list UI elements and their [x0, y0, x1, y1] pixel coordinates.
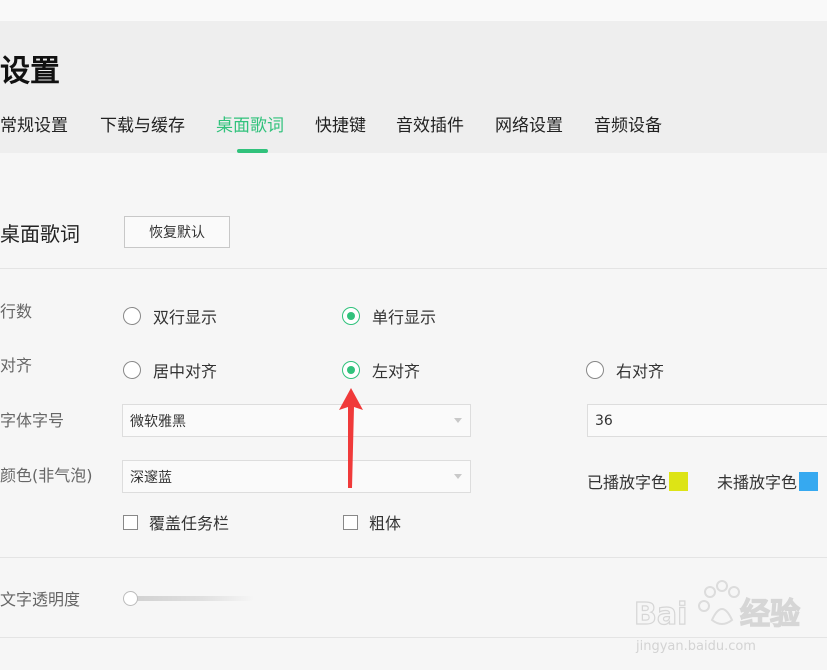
- align-label: 对齐: [0, 356, 33, 375]
- font-size-input[interactable]: 36: [587, 404, 827, 437]
- font-size-value: 36: [595, 412, 613, 429]
- color-scheme-select[interactable]: 深邃蓝: [122, 460, 471, 493]
- radio-double-line-label: 双行显示: [153, 308, 218, 327]
- svg-text:经验: 经验: [740, 597, 800, 632]
- lines-label: 行数: [0, 302, 33, 321]
- radio-single-line-label: 单行显示: [372, 308, 437, 327]
- section-title: 桌面歌词: [0, 222, 80, 246]
- tab-general[interactable]: 常规设置: [0, 112, 68, 140]
- tab-shortcuts[interactable]: 快捷键: [315, 112, 366, 140]
- font-family-value: 微软雅黑: [130, 413, 186, 430]
- baidu-jingyan-watermark: Bai 经验 jingyan.baidu.com: [634, 580, 801, 654]
- radio-single-line[interactable]: 单行显示: [342, 304, 436, 328]
- radio-align-left[interactable]: 左对齐: [342, 358, 420, 382]
- annotation-arrow-icon: [339, 388, 363, 488]
- radio-circle: [586, 361, 604, 379]
- checkbox-bold-label: 粗体: [369, 514, 402, 533]
- played-color-label: 已播放字色: [587, 473, 668, 492]
- chevron-down-icon: [454, 474, 462, 479]
- opacity-label: 文字透明度: [0, 590, 81, 609]
- checkbox-box: [343, 514, 358, 530]
- section-divider: [0, 268, 827, 269]
- opacity-slider-track[interactable]: [124, 596, 254, 601]
- unplayed-color-picker[interactable]: 未播放字色: [717, 469, 819, 493]
- tab-network[interactable]: 网络设置: [495, 112, 563, 140]
- tab-audio-device[interactable]: 音频设备: [594, 112, 662, 140]
- tab-audio-plugins[interactable]: 音效插件: [396, 112, 464, 140]
- section-divider: [0, 557, 827, 558]
- color-scheme-value: 深邃蓝: [130, 469, 172, 486]
- unplayed-color-label: 未播放字色: [717, 473, 798, 492]
- svg-text:jingyan.baidu.com: jingyan.baidu.com: [635, 639, 756, 654]
- active-tab-indicator: [237, 149, 268, 153]
- font-family-select[interactable]: 微软雅黑: [122, 404, 471, 437]
- checkbox-cover-taskbar[interactable]: 覆盖任务栏: [123, 510, 229, 534]
- radio-align-center[interactable]: 居中对齐: [123, 358, 217, 382]
- checkbox-cover-taskbar-label: 覆盖任务栏: [149, 514, 230, 533]
- svg-text:Bai: Bai: [634, 597, 687, 632]
- radio-align-left-label: 左对齐: [372, 362, 421, 381]
- font-label: 字体字号: [0, 411, 65, 430]
- radio-circle-checked: [342, 307, 360, 325]
- radio-align-right[interactable]: 右对齐: [586, 358, 664, 382]
- radio-double-line[interactable]: 双行显示: [123, 304, 217, 328]
- tab-desktop-lyrics[interactable]: 桌面歌词: [216, 112, 284, 140]
- checkbox-bold[interactable]: 粗体: [343, 510, 401, 534]
- radio-align-right-label: 右对齐: [616, 362, 665, 381]
- chevron-down-icon: [454, 418, 462, 423]
- window-top-strip: [0, 0, 827, 21]
- radio-circle: [123, 307, 141, 325]
- radio-circle: [123, 361, 141, 379]
- unplayed-color-swatch[interactable]: [799, 471, 819, 491]
- radio-circle-checked: [342, 361, 360, 379]
- tab-download-cache[interactable]: 下载与缓存: [100, 112, 185, 140]
- radio-align-center-label: 居中对齐: [153, 362, 218, 381]
- played-color-swatch[interactable]: [669, 471, 689, 491]
- restore-default-button[interactable]: 恢复默认: [124, 216, 230, 248]
- checkbox-box: [123, 514, 138, 530]
- opacity-slider-thumb[interactable]: [123, 591, 138, 606]
- page-title: 设置: [0, 54, 60, 89]
- played-color-picker[interactable]: 已播放字色: [587, 469, 689, 493]
- color-label: 颜色(非气泡): [0, 466, 93, 485]
